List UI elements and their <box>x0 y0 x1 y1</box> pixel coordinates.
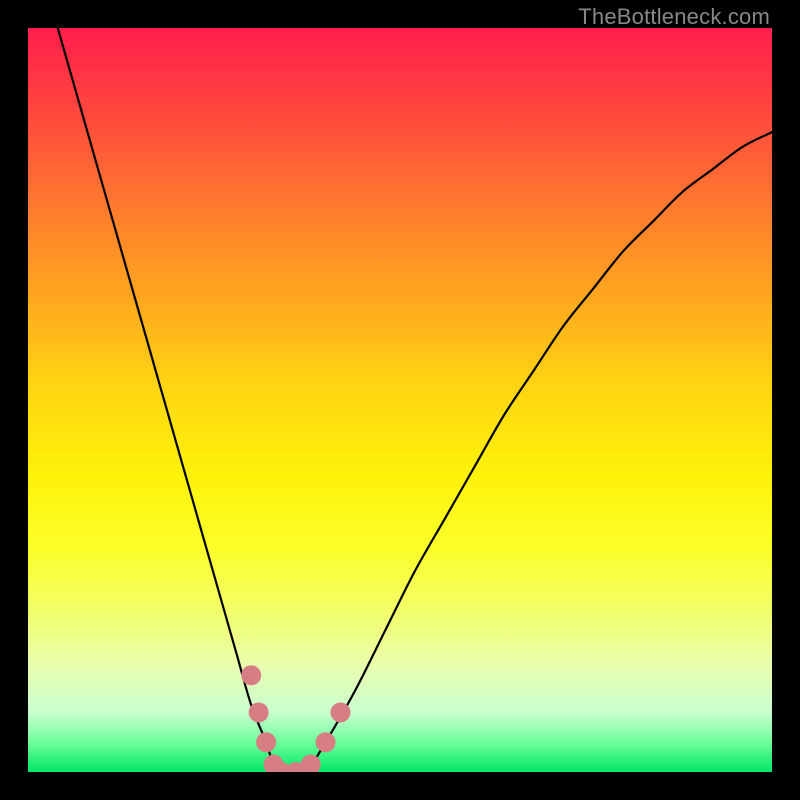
bottleneck-curve <box>58 28 772 772</box>
watermark-text: TheBottleneck.com <box>578 4 770 30</box>
highlight-dot <box>316 732 336 752</box>
highlight-dot <box>330 702 350 722</box>
highlight-blob <box>241 665 350 772</box>
highlight-dot <box>249 702 269 722</box>
chart-svg <box>28 28 772 772</box>
highlight-dot <box>256 732 276 752</box>
chart-plot-area <box>28 28 772 772</box>
curve-group <box>58 28 772 772</box>
highlight-dot <box>241 665 261 685</box>
